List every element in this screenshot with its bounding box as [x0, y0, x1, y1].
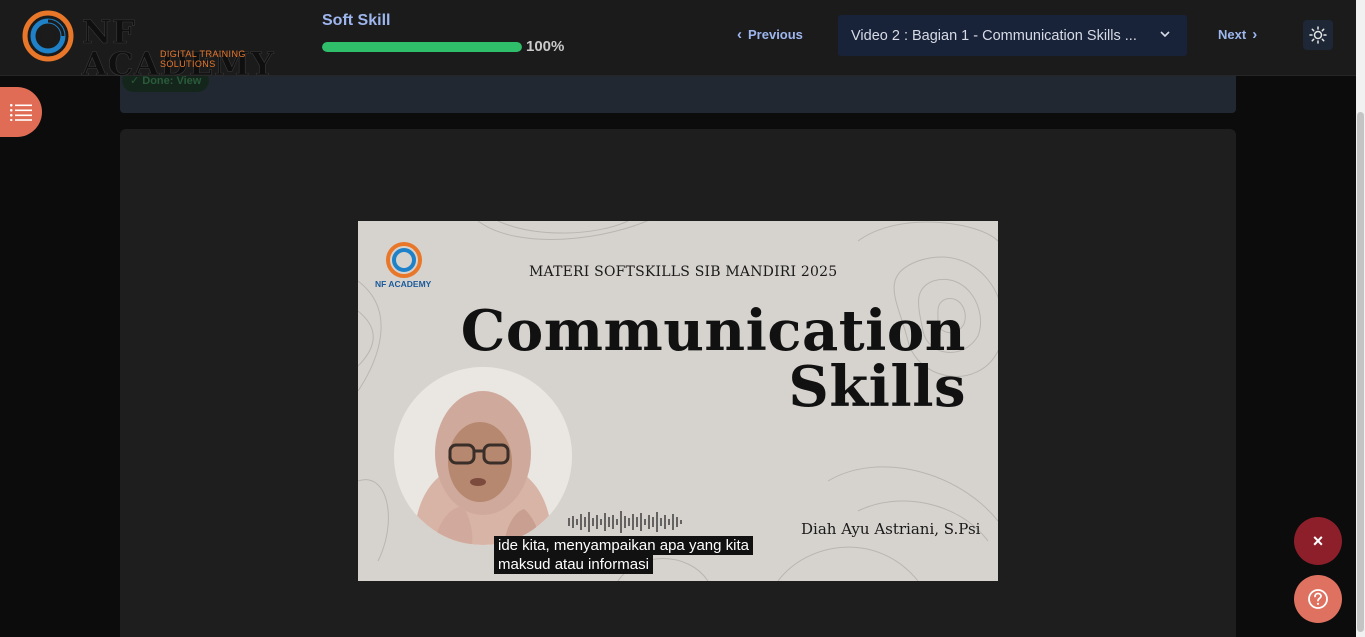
question-circle-icon — [1308, 589, 1328, 609]
top-bar: NF ACADEMY DIGITAL TRAINING SOLUTIONS So… — [0, 0, 1356, 80]
video-select-dropdown[interactable]: Video 2 : Bagian 1 - Communication Skill… — [838, 15, 1187, 56]
list-icon — [10, 104, 32, 121]
caption-line-2: maksud atau informasi — [494, 555, 653, 574]
page-scrollbar[interactable] — [1356, 0, 1365, 637]
theme-toggle-button[interactable] — [1303, 20, 1333, 50]
slide-logo-icon — [386, 242, 422, 278]
presenter-name: Diah Ayu Astriani, S.Psi — [801, 520, 981, 538]
chevron-down-icon — [1160, 31, 1170, 38]
next-label: Next — [1218, 27, 1247, 42]
chevron-right-icon: › — [1252, 26, 1258, 43]
nf-academy-logo[interactable]: NF ACADEMY DIGITAL TRAINING SOLUTIONS — [22, 10, 302, 80]
course-title: Soft Skill — [322, 12, 391, 29]
course-progress-fill — [322, 42, 522, 52]
selected-video-label: Video 2 : Bagian 1 - Communication Skill… — [851, 27, 1137, 44]
audio-waveform-icon — [568, 511, 682, 533]
speaker-avatar-icon — [394, 367, 572, 545]
logo-mark-icon — [22, 10, 74, 62]
close-floating-button[interactable]: × — [1294, 517, 1342, 565]
video-caption: ide kita, menyampaikan apa yang kita mak… — [494, 536, 753, 574]
next-button[interactable]: Next › — [1218, 27, 1257, 42]
chevron-left-icon: ‹ — [737, 26, 742, 43]
slide-kicker-text: MATERI SOFTSKILLS SIB MANDIRI 2025 — [529, 264, 838, 280]
previous-label: Previous — [748, 27, 803, 42]
help-floating-button[interactable] — [1294, 575, 1342, 623]
caption-line-1: ide kita, menyampaikan apa yang kita — [494, 536, 753, 555]
previous-button[interactable]: ‹ Previous — [737, 27, 803, 42]
scrollbar-thumb[interactable] — [1357, 112, 1364, 632]
brand-tagline: DIGITAL TRAINING SOLUTIONS — [160, 49, 246, 69]
close-icon: × — [1312, 530, 1324, 551]
slide-logo-text: NF ACADEMY — [375, 279, 432, 289]
course-progress-label: 100% — [526, 38, 565, 55]
speaker-portrait — [394, 367, 572, 545]
course-menu-button[interactable] — [0, 87, 42, 137]
video-player[interactable]: NF ACADEMY MATERI SOFTSKILLS SIB MANDIRI… — [358, 221, 998, 581]
sun-icon — [1309, 26, 1327, 44]
slide-title-line1: Communication — [460, 298, 966, 364]
course-progress-bar — [322, 42, 522, 52]
brand-name: NF ACADEMY — [82, 13, 275, 83]
